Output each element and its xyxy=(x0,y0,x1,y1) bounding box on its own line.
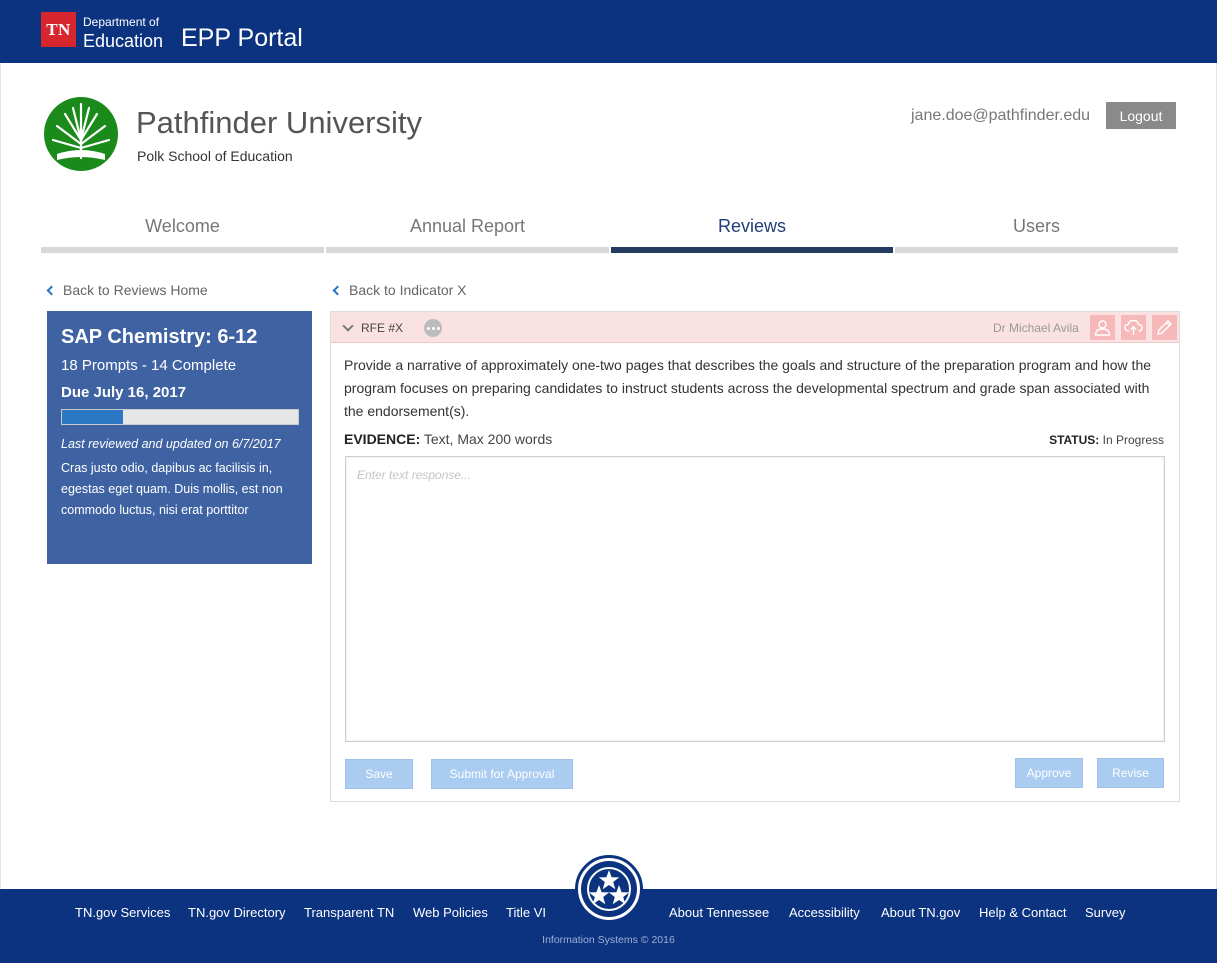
footer-link-about-tennessee[interactable]: About Tennessee xyxy=(669,905,769,920)
chevron-down-icon[interactable] xyxy=(342,320,354,332)
back-to-reviews-label: Back to Reviews Home xyxy=(63,282,208,298)
footer-link-survey[interactable]: Survey xyxy=(1085,905,1125,920)
footer-link-title-vi[interactable]: Title VI xyxy=(506,905,546,920)
evidence-value: Text, Max 200 words xyxy=(420,431,553,447)
status-label: STATUS: xyxy=(1049,433,1100,447)
tristar-icon xyxy=(575,855,643,923)
back-to-reviews-link[interactable]: Back to Reviews Home xyxy=(46,282,208,298)
more-options-icon[interactable] xyxy=(424,319,442,337)
footer-link-accessibility[interactable]: Accessibility xyxy=(789,905,860,920)
tab-users[interactable]: Users xyxy=(895,210,1178,253)
tab-underline xyxy=(326,247,609,253)
tab-label: Reviews xyxy=(717,216,787,236)
tab-label: Welcome xyxy=(145,216,220,236)
tab-underline xyxy=(895,247,1178,253)
footer-link-web-policies[interactable]: Web Policies xyxy=(413,905,488,920)
cloud-upload-icon[interactable] xyxy=(1121,315,1146,340)
status-value: In Progress xyxy=(1099,433,1164,447)
tn-seal-logo[interactable]: TN xyxy=(41,12,76,47)
logout-button[interactable]: Logout xyxy=(1106,102,1176,129)
prompt-progress-text: 18 Prompts - 14 Complete xyxy=(61,357,237,374)
tab-annual-report[interactable]: Annual Report xyxy=(326,210,609,253)
footer-link-tngov-services[interactable]: TN.gov Services xyxy=(75,905,170,920)
rfe-prompt-text: Provide a narrative of approximately one… xyxy=(344,357,1152,419)
dept-line-2: Education xyxy=(83,31,164,51)
chevron-left-icon xyxy=(332,285,343,295)
due-date: Due July 16, 2017 xyxy=(61,384,187,401)
submit-for-approval-button[interactable]: Submit for Approval xyxy=(431,759,573,789)
rfe-panel: RFE #X Dr Michael Avila Provide a narrat… xyxy=(330,311,1180,802)
rfe-panel-header[interactable]: RFE #X Dr Michael Avila xyxy=(331,312,1179,343)
university-name: Pathfinder University xyxy=(136,105,423,140)
footer-link-transparent-tn[interactable]: Transparent TN xyxy=(304,905,394,920)
save-button[interactable]: Save xyxy=(345,759,413,789)
user-icon[interactable] xyxy=(1090,315,1115,340)
back-to-indicator-link[interactable]: Back to Indicator X xyxy=(332,282,467,298)
evidence-label: EVIDENCE: xyxy=(344,431,421,447)
progress-bar xyxy=(61,409,299,425)
user-email: jane.doe@pathfinder.edu xyxy=(911,107,1091,124)
top-bar: TN Department of Education EPP Portal xyxy=(0,0,1217,63)
rfe-label: RFE #X xyxy=(361,321,404,335)
tab-underline xyxy=(41,247,324,253)
revise-button[interactable]: Revise xyxy=(1097,758,1164,788)
pencil-icon[interactable] xyxy=(1152,315,1177,340)
program-description: Cras justo odio, dapibus ac facilisis in… xyxy=(61,461,283,517)
tab-underline xyxy=(611,247,893,253)
progress-bar-fill xyxy=(62,410,124,424)
tab-welcome[interactable]: Welcome xyxy=(41,210,324,253)
program-summary-card: SAP Chemistry: 6-12 18 Prompts - 14 Comp… xyxy=(47,311,312,564)
approve-button[interactable]: Approve xyxy=(1015,758,1083,788)
footer-link-about-tngov[interactable]: About TN.gov xyxy=(881,905,960,920)
response-textarea[interactable] xyxy=(345,456,1165,742)
program-title: SAP Chemistry: 6-12 xyxy=(61,326,258,348)
dept-line-1: Department of xyxy=(83,15,160,29)
reviewer-name: Dr Michael Avila xyxy=(993,321,1079,335)
portal-title[interactable]: EPP Portal xyxy=(181,24,303,53)
rfe-status: STATUS: In Progress xyxy=(1049,433,1164,447)
back-to-indicator-label: Back to Indicator X xyxy=(349,282,467,298)
tab-label: Users xyxy=(1012,216,1060,236)
tree-logo-icon xyxy=(44,97,118,171)
footer-link-tngov-directory[interactable]: TN.gov Directory xyxy=(188,905,286,920)
tab-reviews[interactable]: Reviews xyxy=(611,210,893,253)
chevron-left-icon xyxy=(46,285,57,295)
footer-copyright: Information Systems © 2016 xyxy=(542,934,675,946)
tab-label: Annual Report xyxy=(409,216,526,236)
last-updated-text: Last reviewed and updated on 6/7/2017 xyxy=(61,437,281,451)
footer-link-help-contact[interactable]: Help & Contact xyxy=(979,905,1066,920)
school-name: Polk School of Education xyxy=(137,148,293,164)
evidence-requirement: EVIDENCE: Text, Max 200 words xyxy=(344,431,552,447)
